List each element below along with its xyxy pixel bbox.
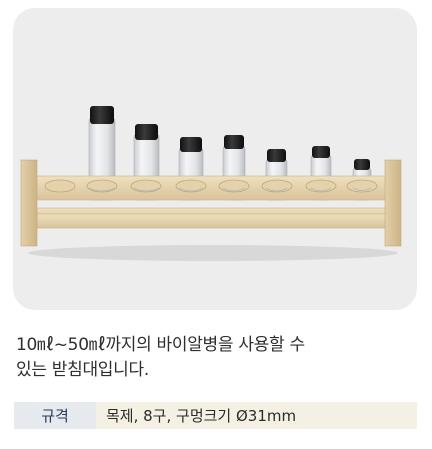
spec-row: 규격 목제, 8구, 구멍크기 Ø31mm: [14, 402, 417, 429]
product-description: 10㎖~50㎖까지의 바이알병을 사용할 수 있는 받침대입니다.: [16, 333, 416, 383]
description-line-2: 있는 받침대입니다.: [16, 360, 149, 380]
rack-top-plate: [32, 175, 392, 201]
floor-shadow: [28, 245, 398, 261]
spec-value: 목제, 8구, 구멍크기 Ø31mm: [96, 402, 417, 429]
spec-label: 규격: [14, 402, 96, 429]
description-line-1: 10㎖~50㎖까지의 바이알병을 사용할 수: [16, 335, 305, 355]
vial-rack-illustration: [20, 106, 402, 261]
product-photo: [13, 8, 417, 310]
rack-front-rail: [36, 213, 388, 229]
rack-right-post: [384, 159, 402, 247]
rack-left-post: [20, 159, 38, 247]
